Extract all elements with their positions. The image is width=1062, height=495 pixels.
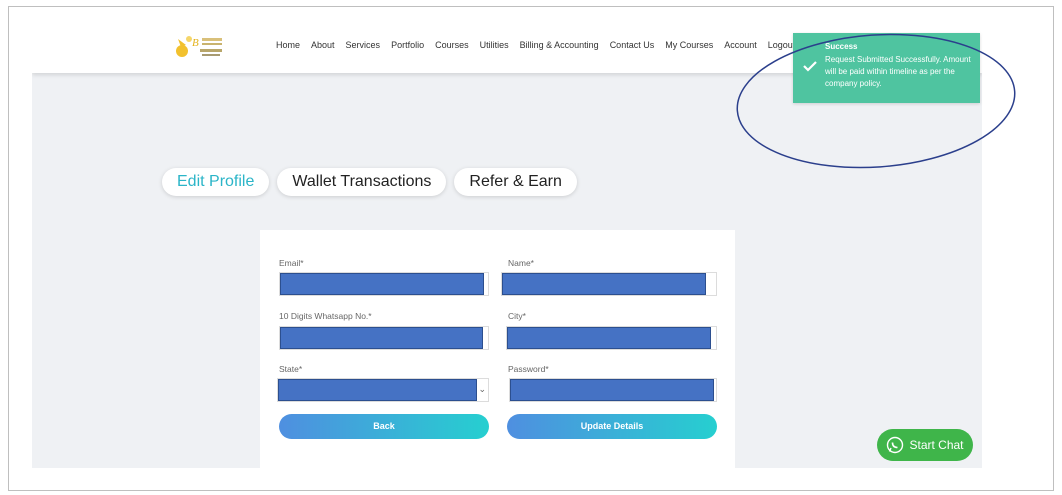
nav-utilities[interactable]: Utilities bbox=[480, 40, 509, 50]
toast-message: Request Submitted Successfully. Amount w… bbox=[825, 55, 971, 88]
nav-courses[interactable]: Courses bbox=[435, 40, 469, 50]
update-details-button[interactable]: Update Details bbox=[507, 414, 717, 439]
start-chat-button[interactable]: Start Chat bbox=[877, 429, 973, 461]
name-field[interactable] bbox=[501, 272, 717, 296]
profile-form-card: Email* Name* 10 Digits Whatsapp No.* Cit… bbox=[260, 230, 735, 468]
nav-portfolio[interactable]: Portfolio bbox=[391, 40, 424, 50]
tab-edit-profile[interactable]: Edit Profile bbox=[162, 168, 270, 196]
password-redaction bbox=[510, 379, 714, 401]
whatsapp-label: 10 Digits Whatsapp No.* bbox=[279, 311, 372, 321]
nav-account[interactable]: Account bbox=[724, 40, 757, 50]
checkmark-icon bbox=[803, 61, 817, 72]
nav-about[interactable]: About bbox=[311, 40, 335, 50]
city-field[interactable] bbox=[506, 326, 717, 350]
nav-billing-accounting[interactable]: Billing & Accounting bbox=[520, 40, 599, 50]
email-field[interactable] bbox=[279, 272, 489, 296]
state-select[interactable]: ⌄ bbox=[277, 378, 489, 402]
profile-tabs: Edit Profile Wallet Transactions Refer &… bbox=[162, 168, 577, 196]
city-redaction bbox=[507, 327, 711, 349]
whatsapp-icon bbox=[887, 436, 904, 454]
frame-border-bottom bbox=[8, 490, 1054, 491]
frame-border-left bbox=[8, 6, 9, 491]
start-chat-label: Start Chat bbox=[909, 438, 964, 452]
frame-border-top bbox=[8, 6, 1054, 7]
nav-my-courses[interactable]: My Courses bbox=[665, 40, 713, 50]
svg-text:B: B bbox=[192, 37, 199, 49]
password-label: Password* bbox=[508, 364, 549, 374]
success-toast[interactable]: Success Request Submitted Successfully. … bbox=[793, 33, 980, 103]
back-button[interactable]: Back bbox=[279, 414, 489, 439]
whatsapp-redaction bbox=[280, 327, 483, 349]
toast-title: Success bbox=[825, 42, 858, 51]
nav-logout[interactable]: Logout bbox=[768, 40, 796, 50]
email-label: Email* bbox=[279, 258, 304, 268]
password-field[interactable] bbox=[509, 378, 717, 402]
chevron-down-icon: ⌄ bbox=[478, 384, 486, 394]
tab-refer-earn[interactable]: Refer & Earn bbox=[454, 168, 577, 196]
logo[interactable]: B bbox=[172, 31, 230, 63]
nav-contact-us[interactable]: Contact Us bbox=[610, 40, 655, 50]
state-label: State* bbox=[279, 364, 303, 374]
tab-wallet-transactions[interactable]: Wallet Transactions bbox=[277, 168, 447, 196]
city-label: City* bbox=[508, 311, 526, 321]
main-nav: Home About Services Portfolio Courses Ut… bbox=[276, 40, 795, 50]
logo-icon: B bbox=[176, 36, 222, 57]
frame-border-right bbox=[1053, 6, 1054, 491]
state-redaction bbox=[278, 379, 477, 401]
name-label: Name* bbox=[508, 258, 534, 268]
email-redaction bbox=[280, 273, 484, 295]
whatsapp-field[interactable] bbox=[279, 326, 489, 350]
name-redaction bbox=[502, 273, 706, 295]
nav-services[interactable]: Services bbox=[346, 40, 381, 50]
nav-home[interactable]: Home bbox=[276, 40, 300, 50]
